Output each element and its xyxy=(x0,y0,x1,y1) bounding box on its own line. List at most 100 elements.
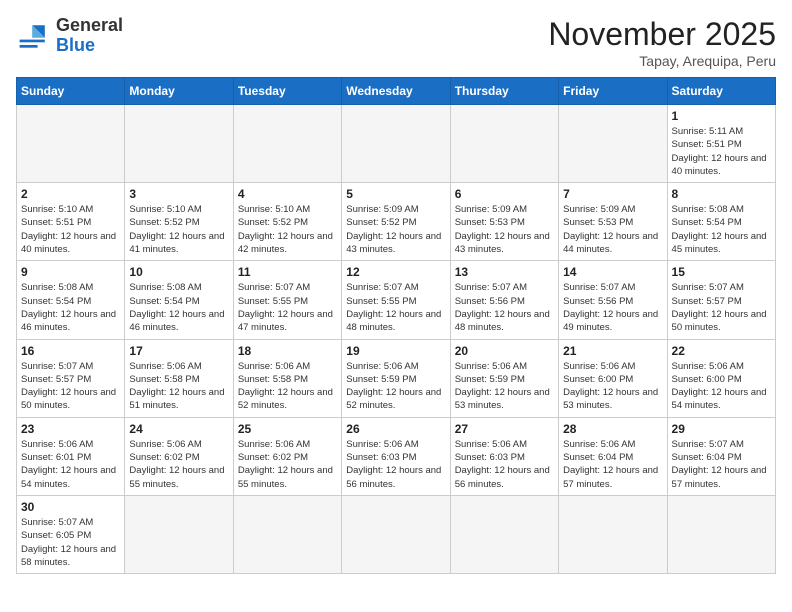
calendar-cell xyxy=(342,495,450,573)
calendar-cell: 2Sunrise: 5:10 AM Sunset: 5:51 PM Daylig… xyxy=(17,183,125,261)
calendar-cell: 1 Sunrise: 5:11 AM Sunset: 5:51 PM Daylig… xyxy=(667,105,775,183)
day-info: Sunrise: 5:06 AM Sunset: 6:04 PM Dayligh… xyxy=(563,438,662,491)
day-number: 11 xyxy=(238,265,337,279)
day-number: 7 xyxy=(563,187,662,201)
calendar-cell xyxy=(450,105,558,183)
day-info: Sunrise: 5:06 AM Sunset: 5:58 PM Dayligh… xyxy=(129,360,228,413)
day-info: Sunrise: 5:10 AM Sunset: 5:51 PM Dayligh… xyxy=(21,203,120,256)
calendar-week-row: 23Sunrise: 5:06 AM Sunset: 6:01 PM Dayli… xyxy=(17,417,776,495)
day-info: Sunrise: 5:10 AM Sunset: 5:52 PM Dayligh… xyxy=(238,203,337,256)
day-info: Sunrise: 5:06 AM Sunset: 6:00 PM Dayligh… xyxy=(672,360,771,413)
day-info: Sunrise: 5:07 AM Sunset: 6:05 PM Dayligh… xyxy=(21,516,120,569)
day-info: Sunrise: 5:08 AM Sunset: 5:54 PM Dayligh… xyxy=(129,281,228,334)
day-of-week-header: Wednesday xyxy=(342,78,450,105)
day-number: 27 xyxy=(455,422,554,436)
calendar-cell: 11Sunrise: 5:07 AM Sunset: 5:55 PM Dayli… xyxy=(233,261,341,339)
calendar-cell xyxy=(342,105,450,183)
day-of-week-header: Friday xyxy=(559,78,667,105)
calendar-cell: 21Sunrise: 5:06 AM Sunset: 6:00 PM Dayli… xyxy=(559,339,667,417)
calendar-cell: 19Sunrise: 5:06 AM Sunset: 5:59 PM Dayli… xyxy=(342,339,450,417)
calendar-cell: 13 Sunrise: 5:07 AM Sunset: 5:56 PM Dayli… xyxy=(450,261,558,339)
day-info: Sunrise: 5:06 AM Sunset: 6:01 PM Dayligh… xyxy=(21,438,120,491)
day-info: Sunrise: 5:07 AM Sunset: 5:55 PM Dayligh… xyxy=(346,281,445,334)
calendar-cell xyxy=(125,105,233,183)
calendar-cell: 8 Sunrise: 5:08 AM Sunset: 5:54 PM Daylig… xyxy=(667,183,775,261)
day-number: 25 xyxy=(238,422,337,436)
day-of-week-header: Thursday xyxy=(450,78,558,105)
day-info: Sunrise: 5:06 AM Sunset: 6:02 PM Dayligh… xyxy=(129,438,228,491)
calendar-cell: 25 Sunrise: 5:06 AM Sunset: 6:02 PM Dayli… xyxy=(233,417,341,495)
calendar-cell: 30Sunrise: 5:07 AM Sunset: 6:05 PM Dayli… xyxy=(17,495,125,573)
calendar-cell: 28 Sunrise: 5:06 AM Sunset: 6:04 PM Dayli… xyxy=(559,417,667,495)
day-number: 5 xyxy=(346,187,445,201)
day-number: 15 xyxy=(672,265,771,279)
calendar-cell: 29Sunrise: 5:07 AM Sunset: 6:04 PM Dayli… xyxy=(667,417,775,495)
day-info: Sunrise: 5:09 AM Sunset: 5:52 PM Dayligh… xyxy=(346,203,445,256)
calendar-cell: 10Sunrise: 5:08 AM Sunset: 5:54 PM Dayli… xyxy=(125,261,233,339)
day-info: Sunrise: 5:07 AM Sunset: 5:57 PM Dayligh… xyxy=(21,360,120,413)
day-number: 1 xyxy=(672,109,771,123)
day-info: Sunrise: 5:11 AM Sunset: 5:51 PM Dayligh… xyxy=(672,125,771,178)
calendar-cell: 6 Sunrise: 5:09 AM Sunset: 5:53 PM Daylig… xyxy=(450,183,558,261)
calendar-cell: 7 Sunrise: 5:09 AM Sunset: 5:53 PM Daylig… xyxy=(559,183,667,261)
calendar-cell: 22 Sunrise: 5:06 AM Sunset: 6:00 PM Dayli… xyxy=(667,339,775,417)
day-info: Sunrise: 5:06 AM Sunset: 6:03 PM Dayligh… xyxy=(455,438,554,491)
day-info: Sunrise: 5:09 AM Sunset: 5:53 PM Dayligh… xyxy=(563,203,662,256)
day-info: Sunrise: 5:07 AM Sunset: 6:04 PM Dayligh… xyxy=(672,438,771,491)
logo-icon xyxy=(16,18,52,54)
day-number: 12 xyxy=(346,265,445,279)
calendar-cell: 9 Sunrise: 5:08 AM Sunset: 5:54 PM Daylig… xyxy=(17,261,125,339)
calendar-cell xyxy=(559,105,667,183)
day-number: 4 xyxy=(238,187,337,201)
day-info: Sunrise: 5:06 AM Sunset: 6:02 PM Dayligh… xyxy=(238,438,337,491)
calendar-cell: 20Sunrise: 5:06 AM Sunset: 5:59 PM Dayli… xyxy=(450,339,558,417)
day-info: Sunrise: 5:08 AM Sunset: 5:54 PM Dayligh… xyxy=(672,203,771,256)
month-title: November 2025 xyxy=(548,16,776,53)
calendar-header-row: SundayMondayTuesdayWednesdayThursdayFrid… xyxy=(17,78,776,105)
calendar-cell: 3Sunrise: 5:10 AM Sunset: 5:52 PM Daylig… xyxy=(125,183,233,261)
logo: General Blue xyxy=(16,16,123,56)
day-number: 22 xyxy=(672,344,771,358)
calendar-cell: 23Sunrise: 5:06 AM Sunset: 6:01 PM Dayli… xyxy=(17,417,125,495)
calendar-cell xyxy=(125,495,233,573)
day-of-week-header: Tuesday xyxy=(233,78,341,105)
calendar-week-row: 1 Sunrise: 5:11 AM Sunset: 5:51 PM Daylig… xyxy=(17,105,776,183)
day-info: Sunrise: 5:06 AM Sunset: 6:03 PM Dayligh… xyxy=(346,438,445,491)
calendar-table: SundayMondayTuesdayWednesdayThursdayFrid… xyxy=(16,77,776,574)
day-number: 13 xyxy=(455,265,554,279)
calendar-cell: 12 Sunrise: 5:07 AM Sunset: 5:55 PM Dayli… xyxy=(342,261,450,339)
day-number: 9 xyxy=(21,265,120,279)
calendar-cell: 4 Sunrise: 5:10 AM Sunset: 5:52 PM Daylig… xyxy=(233,183,341,261)
day-number: 20 xyxy=(455,344,554,358)
calendar-cell xyxy=(559,495,667,573)
calendar-cell: 26Sunrise: 5:06 AM Sunset: 6:03 PM Dayli… xyxy=(342,417,450,495)
calendar-week-row: 16 Sunrise: 5:07 AM Sunset: 5:57 PM Dayli… xyxy=(17,339,776,417)
day-info: Sunrise: 5:07 AM Sunset: 5:56 PM Dayligh… xyxy=(455,281,554,334)
calendar-cell: 5 Sunrise: 5:09 AM Sunset: 5:52 PM Daylig… xyxy=(342,183,450,261)
day-number: 21 xyxy=(563,344,662,358)
calendar-cell xyxy=(17,105,125,183)
calendar-cell xyxy=(233,105,341,183)
day-of-week-header: Saturday xyxy=(667,78,775,105)
day-info: Sunrise: 5:06 AM Sunset: 5:58 PM Dayligh… xyxy=(238,360,337,413)
calendar-cell: 24 Sunrise: 5:06 AM Sunset: 6:02 PM Dayli… xyxy=(125,417,233,495)
title-block: November 2025 Tapay, Arequipa, Peru xyxy=(548,16,776,69)
day-info: Sunrise: 5:08 AM Sunset: 5:54 PM Dayligh… xyxy=(21,281,120,334)
calendar-cell: 17Sunrise: 5:06 AM Sunset: 5:58 PM Dayli… xyxy=(125,339,233,417)
day-number: 18 xyxy=(238,344,337,358)
calendar-cell: 18 Sunrise: 5:06 AM Sunset: 5:58 PM Dayli… xyxy=(233,339,341,417)
day-number: 24 xyxy=(129,422,228,436)
day-number: 6 xyxy=(455,187,554,201)
day-number: 16 xyxy=(21,344,120,358)
day-of-week-header: Monday xyxy=(125,78,233,105)
day-number: 8 xyxy=(672,187,771,201)
day-number: 28 xyxy=(563,422,662,436)
calendar-cell xyxy=(667,495,775,573)
logo-text: General Blue xyxy=(56,16,123,56)
calendar-cell xyxy=(233,495,341,573)
day-number: 14 xyxy=(563,265,662,279)
day-info: Sunrise: 5:09 AM Sunset: 5:53 PM Dayligh… xyxy=(455,203,554,256)
day-number: 3 xyxy=(129,187,228,201)
calendar-cell: 15Sunrise: 5:07 AM Sunset: 5:57 PM Dayli… xyxy=(667,261,775,339)
calendar-cell xyxy=(450,495,558,573)
